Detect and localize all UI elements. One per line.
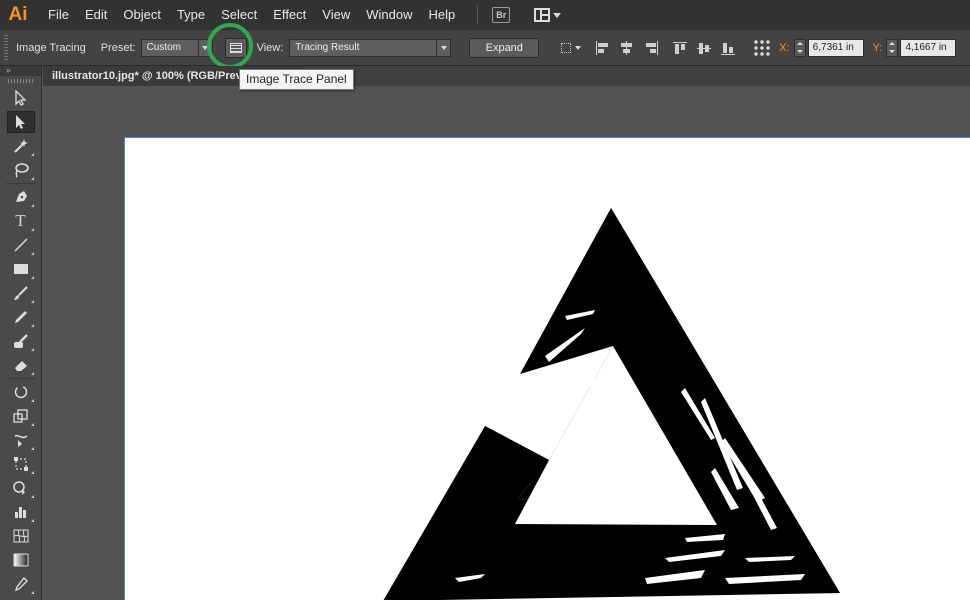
workspace-icon [534, 8, 551, 22]
bridge-button[interactable]: Br [492, 7, 511, 23]
reference-point-icon[interactable] [753, 38, 772, 57]
menu-bar: Ai File Edit Object Type Select Effect V… [0, 0, 970, 30]
rotate-tool-icon[interactable] [7, 381, 35, 403]
y-coordinate-field[interactable]: 4,1667 in [900, 38, 957, 57]
artboard[interactable] [124, 137, 970, 600]
traced-triangle-artwork[interactable] [125, 138, 970, 600]
expand-button[interactable]: Expand [469, 37, 540, 58]
menu-effect[interactable]: Effect [265, 0, 314, 30]
collapse-panel-icon[interactable]: » [0, 66, 41, 76]
menu-view[interactable]: View [314, 0, 358, 30]
chevron-down-icon [436, 39, 450, 56]
pen-tool-icon[interactable] [7, 186, 35, 208]
lasso-tool-icon[interactable] [7, 159, 35, 181]
workspace-switcher-button[interactable] [534, 8, 562, 22]
direct-selection-tool-icon[interactable] [6, 111, 35, 133]
y-coordinate-label: Y: [872, 41, 883, 54]
eraser-tool-icon[interactable] [7, 354, 35, 376]
graph-tool-icon[interactable] [7, 501, 35, 523]
free-transform-tool-icon[interactable] [7, 453, 35, 475]
line-tool-icon[interactable] [7, 234, 35, 256]
scale-tool-icon[interactable] [7, 405, 35, 427]
transform-reference-icon[interactable] [559, 41, 582, 55]
image-tracing-label: Image Tracing [16, 41, 86, 54]
align-right-icon[interactable] [643, 40, 659, 55]
x-coordinate-label: X: [779, 41, 790, 54]
align-horizontal-center-icon[interactable] [619, 40, 635, 55]
y-stepper[interactable] [886, 38, 899, 57]
warp-tool-icon[interactable] [7, 429, 35, 451]
view-value: Tracing Result [295, 42, 360, 53]
menu-help[interactable]: Help [420, 0, 463, 30]
preset-value: Custom [146, 42, 182, 53]
selection-tool-icon[interactable] [7, 87, 35, 109]
menu-object[interactable]: Object [115, 0, 169, 30]
align-vertical-center-icon[interactable] [697, 41, 713, 55]
align-bottom-icon[interactable] [721, 41, 737, 55]
view-select[interactable]: Tracing Result [289, 38, 452, 57]
magic-wand-tool-icon[interactable] [7, 135, 35, 157]
menu-file[interactable]: File [40, 0, 77, 30]
rectangle-tool-icon[interactable] [7, 258, 35, 280]
shape-builder-tool-icon[interactable] [7, 477, 35, 499]
chevron-down-icon [553, 12, 562, 18]
app-logo: Ai [8, 4, 28, 25]
paintbrush-tool-icon[interactable] [7, 282, 35, 304]
highlight-ring [207, 23, 253, 69]
x-coordinate-field[interactable]: 6,7361 in [807, 38, 864, 57]
gradient-tool-icon[interactable] [7, 549, 35, 571]
tools-panel-grip[interactable] [7, 79, 34, 83]
menu-edit[interactable]: Edit [77, 0, 115, 30]
view-label: View: [256, 41, 284, 54]
control-bar-grip[interactable] [4, 34, 8, 61]
type-tool-icon[interactable]: T [7, 210, 35, 232]
eyedropper-tool-icon[interactable] [7, 573, 35, 595]
image-trace-panel-tooltip: Image Trace Panel [239, 69, 354, 90]
menu-type[interactable]: Type [169, 0, 213, 30]
preset-label: Preset: [100, 41, 136, 54]
align-left-icon[interactable] [595, 40, 611, 55]
menu-window[interactable]: Window [358, 0, 420, 30]
menu-separator [477, 5, 479, 25]
x-stepper[interactable] [793, 38, 806, 57]
illustrator-window: Ai File Edit Object Type Select Effect V… [0, 0, 970, 600]
tools-panel: » T [0, 66, 42, 600]
align-top-icon[interactable] [673, 41, 689, 55]
pencil-tool-icon[interactable] [7, 306, 35, 328]
mesh-tool-icon[interactable] [7, 525, 35, 547]
tools-separator [5, 183, 36, 184]
tools-separator [5, 378, 36, 379]
blob-brush-tool-icon[interactable] [7, 330, 35, 352]
control-bar: Image Tracing Preset: Custom View: Traci… [0, 30, 970, 66]
preset-select[interactable]: Custom [140, 38, 213, 57]
